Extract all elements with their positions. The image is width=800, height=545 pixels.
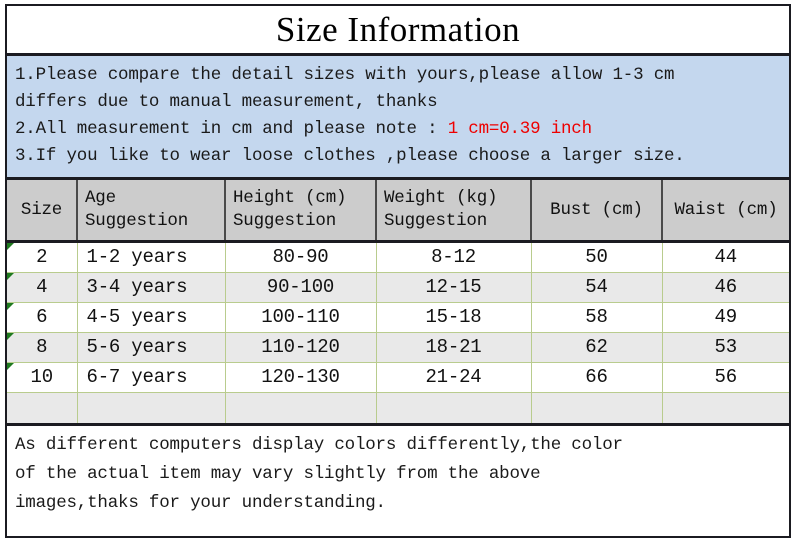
column-header-age-line2: Suggestion	[85, 211, 189, 231]
column-header-waist-label: Waist (cm)	[674, 199, 778, 220]
table-header: Size Age Suggestion Height (cm) Suggesti…	[7, 180, 789, 243]
cell-waist: 49	[662, 302, 789, 333]
column-header-weight: Weight (kg) Suggestion	[376, 180, 532, 243]
cell-height: 90-100	[225, 272, 377, 303]
cell-size: 10	[7, 362, 78, 393]
cell-height: 80-90	[225, 241, 377, 273]
column-header-size-label: Size	[20, 199, 63, 220]
footer-line-2: of the actual item may vary slightly fro…	[15, 464, 541, 484]
note-line-4: 3.If you like to wear loose clothes ,ple…	[15, 146, 685, 166]
cell-age: 5-6 years	[77, 332, 226, 363]
cell-height: 110-120	[225, 332, 377, 363]
cell-waist: 46	[662, 272, 789, 303]
cell-bust: 54	[531, 272, 663, 303]
table-row-empty	[7, 392, 789, 426]
column-header-weight-line1: Weight (kg)	[384, 188, 498, 208]
table-row: 4 3-4 years 90-100 12-15 54 46	[7, 272, 789, 303]
cell-height: 120-130	[225, 362, 377, 393]
cell-age: 4-5 years	[77, 302, 226, 333]
corner-mark-icon	[7, 363, 14, 370]
cell-weight: 21-24	[376, 362, 532, 393]
cell-weight: 15-18	[376, 302, 532, 333]
table-row: 10 6-7 years 120-130 21-24 66 56	[7, 362, 789, 393]
cell-weight: 12-15	[376, 272, 532, 303]
cell-bust: 50	[531, 241, 663, 273]
column-header-height: Height (cm) Suggestion	[225, 180, 377, 243]
footer-line-1: As different computers display colors di…	[15, 435, 623, 455]
corner-mark-icon	[7, 273, 14, 280]
cell-weight: 18-21	[376, 332, 532, 363]
table-row: 2 1-2 years 80-90 8-12 50 44	[7, 241, 789, 273]
cell-empty	[376, 392, 532, 426]
cell-empty	[225, 392, 377, 426]
cell-size: 4	[7, 272, 78, 303]
column-header-waist: Waist (cm)	[662, 180, 789, 243]
cell-bust: 58	[531, 302, 663, 333]
note-line-3-text: 2.All measurement in cm and please note …	[15, 119, 448, 139]
table-header-row: Size Age Suggestion Height (cm) Suggesti…	[7, 180, 789, 243]
note-line-3: 2.All measurement in cm and please note …	[15, 116, 781, 143]
cell-height: 100-110	[225, 302, 377, 333]
column-header-bust-label: Bust (cm)	[550, 199, 643, 220]
table-body: 2 1-2 years 80-90 8-12 50 44 4 3-4 years…	[7, 241, 789, 426]
cell-size: 8	[7, 332, 78, 363]
column-header-bust: Bust (cm)	[531, 180, 663, 243]
cell-waist: 56	[662, 362, 789, 393]
column-header-weight-line2: Suggestion	[384, 211, 488, 231]
note-line-2: differs due to manual measurement, thank…	[15, 92, 438, 112]
footer-disclaimer: As different computers display colors di…	[7, 426, 789, 522]
cell-empty	[77, 392, 226, 426]
cell-bust: 66	[531, 362, 663, 393]
cell-size: 6	[7, 302, 78, 333]
size-table: Size Age Suggestion Height (cm) Suggesti…	[7, 180, 789, 426]
corner-mark-icon	[7, 303, 14, 310]
page-title: Size Information	[275, 10, 521, 49]
conversion-highlight: 1 cm=0.39 inch	[447, 119, 592, 139]
cell-empty	[531, 392, 663, 426]
size-chart-sheet: Size Information 1.Please compare the de…	[5, 4, 791, 538]
corner-mark-icon	[7, 243, 14, 250]
cell-waist: 53	[662, 332, 789, 363]
table-row: 8 5-6 years 110-120 18-21 62 53	[7, 332, 789, 363]
footer-line-3: images,thaks for your understanding.	[15, 493, 386, 513]
note-line-1: 1.Please compare the detail sizes with y…	[15, 65, 675, 85]
column-header-height-line2: Suggestion	[233, 211, 337, 231]
cell-waist: 44	[662, 241, 789, 273]
cell-age: 3-4 years	[77, 272, 226, 303]
notes-block: 1.Please compare the detail sizes with y…	[7, 56, 789, 180]
table-row: 6 4-5 years 100-110 15-18 58 49	[7, 302, 789, 333]
column-header-age: Age Suggestion	[77, 180, 226, 243]
cell-size: 2	[7, 241, 78, 273]
column-header-size: Size	[7, 180, 78, 243]
cell-weight: 8-12	[376, 241, 532, 273]
cell-empty	[662, 392, 789, 426]
corner-mark-icon	[7, 333, 14, 340]
column-header-age-line1: Age	[85, 188, 116, 208]
cell-age: 6-7 years	[77, 362, 226, 393]
title-row: Size Information	[7, 6, 789, 56]
cell-bust: 62	[531, 332, 663, 363]
cell-empty	[7, 392, 78, 426]
column-header-height-line1: Height (cm)	[233, 188, 347, 208]
cell-age: 1-2 years	[77, 241, 226, 273]
